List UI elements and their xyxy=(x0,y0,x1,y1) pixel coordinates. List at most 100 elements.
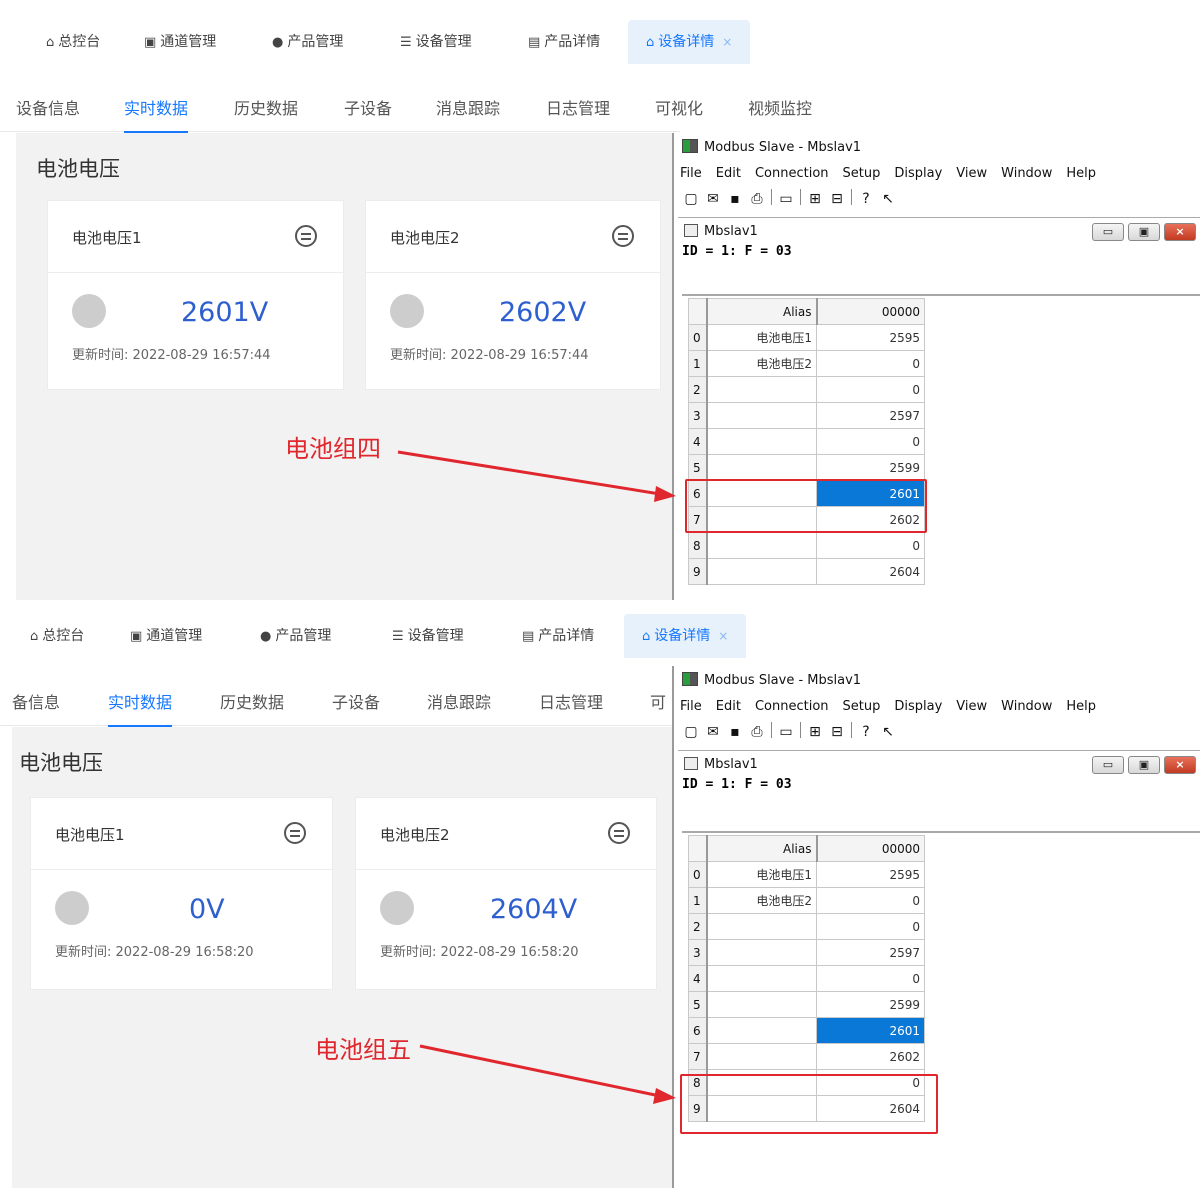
menu-help[interactable]: Help xyxy=(1066,699,1096,714)
subtab-message-trace[interactable]: 消息跟踪 xyxy=(427,680,491,726)
connect-icon[interactable]: ⊞ xyxy=(804,724,826,740)
menu-view[interactable]: View xyxy=(956,699,987,714)
subtab-sub-devices[interactable]: 子设备 xyxy=(332,680,380,726)
table-row[interactable]: 1 电池电压2 0 xyxy=(688,887,925,914)
menu-window[interactable]: Window xyxy=(1001,166,1052,181)
minimize-button[interactable]: ▭ xyxy=(1092,756,1124,774)
new-file-icon[interactable]: ▢ xyxy=(680,724,702,740)
window-icon[interactable]: ▭ xyxy=(775,724,797,740)
menu-display[interactable]: Display xyxy=(894,166,942,181)
print-icon[interactable]: ⎙ xyxy=(746,191,768,207)
close-icon[interactable]: × xyxy=(718,629,728,643)
tab-channel-management[interactable]: ▣ 通道管理 xyxy=(144,20,216,64)
menu-view[interactable]: View xyxy=(956,166,987,181)
close-button[interactable]: × xyxy=(1164,756,1196,774)
disconnect-icon[interactable]: ⊟ xyxy=(826,191,848,207)
swap-icon[interactable] xyxy=(295,225,317,247)
address-header: 00000 xyxy=(816,835,925,862)
tab-product-detail[interactable]: ▤ 产品详情 xyxy=(522,614,594,658)
table-row[interactable]: 20 xyxy=(688,376,925,403)
update-time: 更新时间: 2022-08-29 16:58:20 xyxy=(55,945,254,960)
window-icon[interactable]: ▭ xyxy=(775,191,797,207)
menu-display[interactable]: Display xyxy=(894,699,942,714)
swap-icon[interactable] xyxy=(284,822,306,844)
channel-icon: ▣ xyxy=(130,629,143,644)
child-window-title: Mbslav1 xyxy=(704,224,758,239)
table-row[interactable]: 9 2604 xyxy=(688,558,925,585)
minimize-button[interactable]: ▭ xyxy=(1092,223,1124,241)
menu-file[interactable]: File xyxy=(680,166,702,181)
tab-product-management[interactable]: ● 产品管理 xyxy=(272,20,343,64)
selected-cell[interactable]: 2601 xyxy=(816,1017,925,1044)
subtab-device-info[interactable]: 设备信息 xyxy=(16,86,80,132)
menu-edit[interactable]: Edit xyxy=(716,699,741,714)
subtab-realtime-data[interactable]: 实时数据 xyxy=(124,86,189,133)
close-button[interactable]: × xyxy=(1164,223,1196,241)
modbus-menu-bar: File Edit Connection Setup Display View Window… xyxy=(680,166,1110,181)
table-row[interactable]: 7 2602 xyxy=(688,1043,925,1070)
open-folder-icon[interactable]: ✉ xyxy=(702,191,724,207)
save-icon[interactable]: ▪ xyxy=(724,191,746,207)
table-row[interactable]: 40 xyxy=(688,428,925,455)
tab-product-management[interactable]: ● 产品管理 xyxy=(260,614,331,658)
table-row[interactable]: 5 2599 xyxy=(688,991,925,1018)
card-value: 2604V xyxy=(490,894,578,925)
connect-icon[interactable]: ⊞ xyxy=(804,191,826,207)
table-row[interactable]: 40 xyxy=(688,965,925,992)
tab-channel-management[interactable]: ▣ 通道管理 xyxy=(130,614,202,658)
menu-edit[interactable]: Edit xyxy=(716,166,741,181)
context-help-icon[interactable]: ↖ xyxy=(877,724,899,740)
restore-button[interactable]: ▣ xyxy=(1128,223,1160,241)
close-icon[interactable]: × xyxy=(722,35,732,49)
subtab-realtime-data[interactable]: 实时数据 xyxy=(108,680,173,727)
disconnect-icon[interactable]: ⊟ xyxy=(826,724,848,740)
subtab-history-data[interactable]: 历史数据 xyxy=(234,86,298,132)
table-row[interactable]: 0 电池电压1 2595 xyxy=(688,324,925,351)
menu-window[interactable]: Window xyxy=(1001,699,1052,714)
subtab-history-data[interactable]: 历史数据 xyxy=(220,680,284,726)
screenshot-panel-1: ⌂ 总控台 ▣ 通道管理 ● 产品管理 ☰ 设备管理 ▤ 产品详情 ⌂ 设备详情 × 设备信息… xyxy=(0,0,1200,600)
table-row[interactable]: 1 电池电压2 0 xyxy=(688,350,925,377)
tab-dashboard[interactable]: ⌂ 总控台 xyxy=(30,614,84,658)
modbus-menu-bar: File Edit Connection Setup Display View Window… xyxy=(680,699,1110,714)
swap-icon[interactable] xyxy=(612,225,634,247)
subtab-visualization[interactable]: 可视化 xyxy=(655,86,703,132)
print-icon[interactable]: ⎙ xyxy=(746,724,768,740)
subtab-visualization[interactable]: 可 xyxy=(650,680,666,726)
menu-file[interactable]: File xyxy=(680,699,702,714)
subtab-message-trace[interactable]: 消息跟踪 xyxy=(436,86,500,132)
subtab-video-monitor[interactable]: 视频监控 xyxy=(748,86,812,132)
help-icon[interactable]: ? xyxy=(855,724,877,740)
tab-device-management[interactable]: ☰ 设备管理 xyxy=(400,20,472,64)
subtab-device-info[interactable]: 备信息 xyxy=(12,680,60,726)
tab-device-detail[interactable]: ⌂ 设备详情 × xyxy=(628,20,751,64)
subtab-log-management[interactable]: 日志管理 xyxy=(539,680,603,726)
menu-connection[interactable]: Connection xyxy=(755,699,829,714)
save-icon[interactable]: ▪ xyxy=(724,724,746,740)
table-row[interactable]: 20 xyxy=(688,913,925,940)
tab-product-detail[interactable]: ▤ 产品详情 xyxy=(528,20,600,64)
tab-device-detail[interactable]: ⌂ 设备详情 × xyxy=(624,614,747,658)
menu-setup[interactable]: Setup xyxy=(843,699,881,714)
swap-icon[interactable] xyxy=(608,822,630,844)
table-row[interactable]: 3 2597 xyxy=(688,402,925,429)
open-folder-icon[interactable]: ✉ xyxy=(702,724,724,740)
menu-setup[interactable]: Setup xyxy=(843,166,881,181)
product-icon: ● xyxy=(260,629,272,644)
tab-device-management[interactable]: ☰ 设备管理 xyxy=(392,614,464,658)
subtab-sub-devices[interactable]: 子设备 xyxy=(344,86,392,132)
menu-connection[interactable]: Connection xyxy=(755,166,829,181)
help-icon[interactable]: ? xyxy=(855,191,877,207)
new-file-icon[interactable]: ▢ xyxy=(680,191,702,207)
table-row[interactable]: 6 2601 xyxy=(688,1017,925,1044)
restore-button[interactable]: ▣ xyxy=(1128,756,1160,774)
menu-help[interactable]: Help xyxy=(1066,166,1096,181)
screenshot-panel-2: ⌂ 总控台 ▣ 通道管理 ● 产品管理 ☰ 设备管理 ▤ 产品详情 ⌂ 设备详情 × 备信息 … xyxy=(0,600,1200,1200)
table-row[interactable]: 80 xyxy=(688,532,925,559)
context-help-icon[interactable]: ↖ xyxy=(877,191,899,207)
table-row[interactable]: 3 2597 xyxy=(688,939,925,966)
table-row[interactable]: 5 2599 xyxy=(688,454,925,481)
table-row[interactable]: 0 电池电压1 2595 xyxy=(688,861,925,888)
subtab-log-management[interactable]: 日志管理 xyxy=(546,86,610,132)
tab-dashboard[interactable]: ⌂ 总控台 xyxy=(46,20,100,64)
